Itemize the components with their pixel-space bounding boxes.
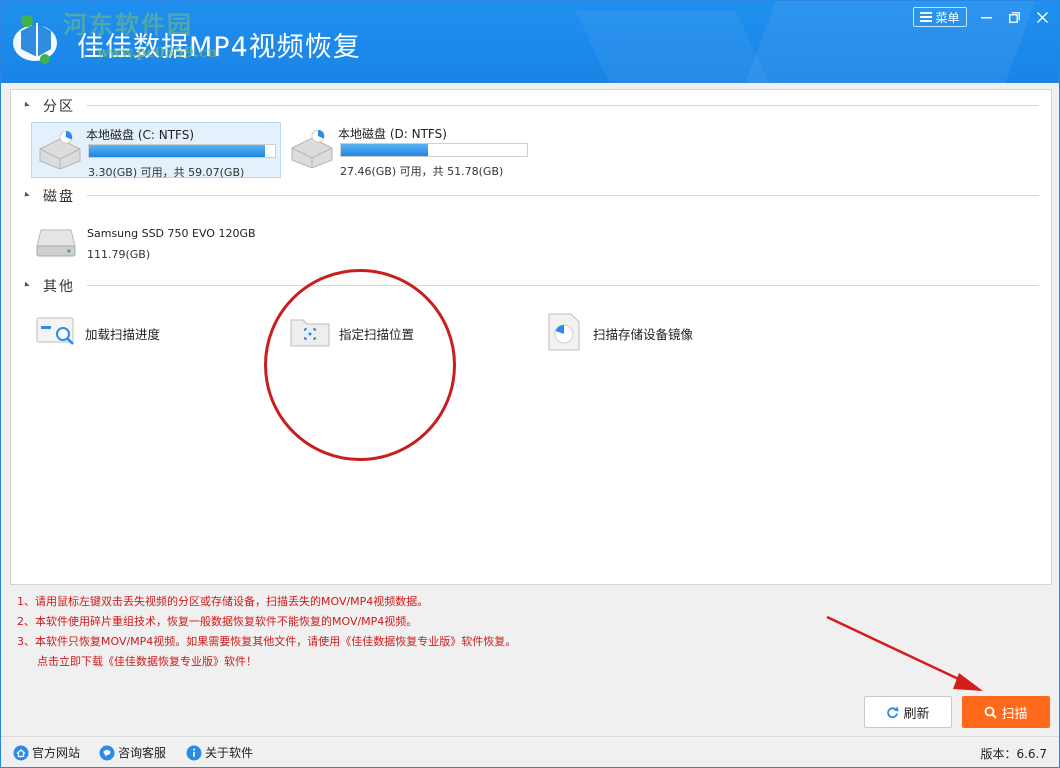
title-bar: 河东软件园 佳佳数据MP4视频恢复 www.pc0359.cn 菜单 (1, 1, 1059, 83)
info-icon (186, 745, 202, 760)
disks-heading: 磁盘 (43, 189, 75, 205)
note-line: 2、本软件使用碎片重组技术，恢复一般数据恢复软件不能恢复的MOV/MP4视频。 (17, 615, 418, 628)
app-logo-icon (13, 15, 57, 64)
menu-button[interactable]: 菜单 (913, 7, 967, 27)
device-list-panel: 分区 本地磁盘 (C: NTFS) 3.30(GB) 可用，共 59.07(GB… (10, 89, 1052, 585)
minimize-icon (980, 16, 992, 18)
disks-section-header[interactable]: 磁盘 (11, 184, 1051, 206)
folder-target-icon (290, 319, 330, 347)
partition-item-d[interactable]: 本地磁盘 (D: NTFS) 27.46(GB) 可用，共 51.78(GB) (284, 122, 554, 178)
others-section-header[interactable]: 其他 (11, 274, 1051, 296)
specify-scan-location-item[interactable]: 指定扫描位置 (289, 312, 489, 352)
note-line: 3、本软件只恢复MOV/MP4视频。如果需要恢复其他文件，请使用《佳佳数据恢复专… (17, 635, 517, 648)
note-line: 1、请用鼠标左键双击丢失视频的分区或存储设备，扫描丢失的MOV/MP4视频数据。 (17, 595, 429, 608)
partition-capacity: 27.46(GB) 可用，共 51.78(GB) (340, 165, 504, 178)
scan-device-image-item[interactable]: 扫描存储设备镜像 (543, 312, 763, 352)
specify-scan-location-label: 指定扫描位置 (339, 327, 415, 342)
about-software-link[interactable]: 关于软件 (186, 744, 253, 761)
menu-icon (920, 12, 933, 22)
load-progress-icon (36, 317, 74, 345)
minimize-button[interactable] (975, 7, 997, 27)
home-icon (13, 745, 29, 760)
customer-service-link[interactable]: 咨询客服 (99, 744, 166, 761)
menu-label: 菜单 (935, 10, 960, 25)
load-scan-progress-label: 加载扫描进度 (85, 327, 161, 342)
search-icon (985, 706, 998, 719)
collapse-triangle-icon[interactable] (22, 281, 30, 289)
refresh-icon (887, 706, 899, 718)
scan-label: 扫描 (1001, 706, 1028, 722)
chat-bubble-icon (99, 745, 115, 760)
drive-icon (291, 130, 333, 169)
customer-service-label: 咨询客服 (118, 746, 167, 760)
status-bar: 官方网站 咨询客服 关于软件 版本：6.6.7 (1, 736, 1059, 767)
about-software-label: 关于软件 (205, 746, 254, 760)
partition-capacity: 3.30(GB) 可用，共 59.07(GB) (88, 166, 245, 179)
load-scan-progress-item[interactable]: 加载扫描进度 (35, 312, 235, 352)
partition-usage-bar (340, 143, 528, 157)
scan-device-image-label: 扫描存储设备镜像 (593, 327, 694, 342)
disk-image-icon (548, 313, 580, 351)
drive-icon (39, 131, 81, 170)
refresh-label: 刷新 (903, 706, 930, 722)
disk-item[interactable]: Samsung SSD 750 EVO 120GB 111.79(GB) (33, 220, 273, 266)
restore-button[interactable] (1003, 7, 1025, 27)
partition-name: 本地磁盘 (C: NTFS) (86, 128, 195, 142)
official-website-label: 官方网站 (32, 746, 81, 760)
partition-item-c[interactable]: 本地磁盘 (C: NTFS) 3.30(GB) 可用，共 59.07(GB) (31, 122, 281, 179)
others-heading: 其他 (43, 279, 75, 295)
hard-disk-icon (36, 229, 76, 257)
refresh-button[interactable]: 刷新 (864, 696, 952, 728)
partition-name: 本地磁盘 (D: NTFS) (338, 127, 447, 141)
restore-icon (1008, 11, 1020, 23)
partitions-section-header[interactable]: 分区 (11, 94, 1051, 116)
official-website-link[interactable]: 官方网站 (13, 744, 80, 761)
partition-usage-bar (88, 144, 276, 158)
scan-button[interactable]: 扫描 (962, 696, 1050, 728)
partitions-heading: 分区 (43, 99, 75, 115)
version-text: 版本：6.6.7 (980, 747, 1047, 761)
collapse-triangle-icon[interactable] (22, 101, 30, 109)
close-button[interactable] (1031, 7, 1053, 27)
download-pro-link[interactable]: 点击立即下载《佳佳数据恢复专业版》软件！ (17, 653, 717, 673)
disk-capacity: 111.79(GB) (87, 248, 151, 261)
disk-name: Samsung SSD 750 EVO 120GB (87, 227, 256, 240)
usage-notes: 1、请用鼠标左键双击丢失视频的分区或存储设备，扫描丢失的MOV/MP4视频数据。… (17, 593, 717, 673)
watermark-url-text: www.pc0359.cn (97, 45, 218, 61)
collapse-triangle-icon[interactable] (22, 191, 30, 199)
close-icon (1036, 11, 1048, 23)
app-window: 河东软件园 佳佳数据MP4视频恢复 www.pc0359.cn 菜单 分区 本地… (0, 0, 1060, 768)
